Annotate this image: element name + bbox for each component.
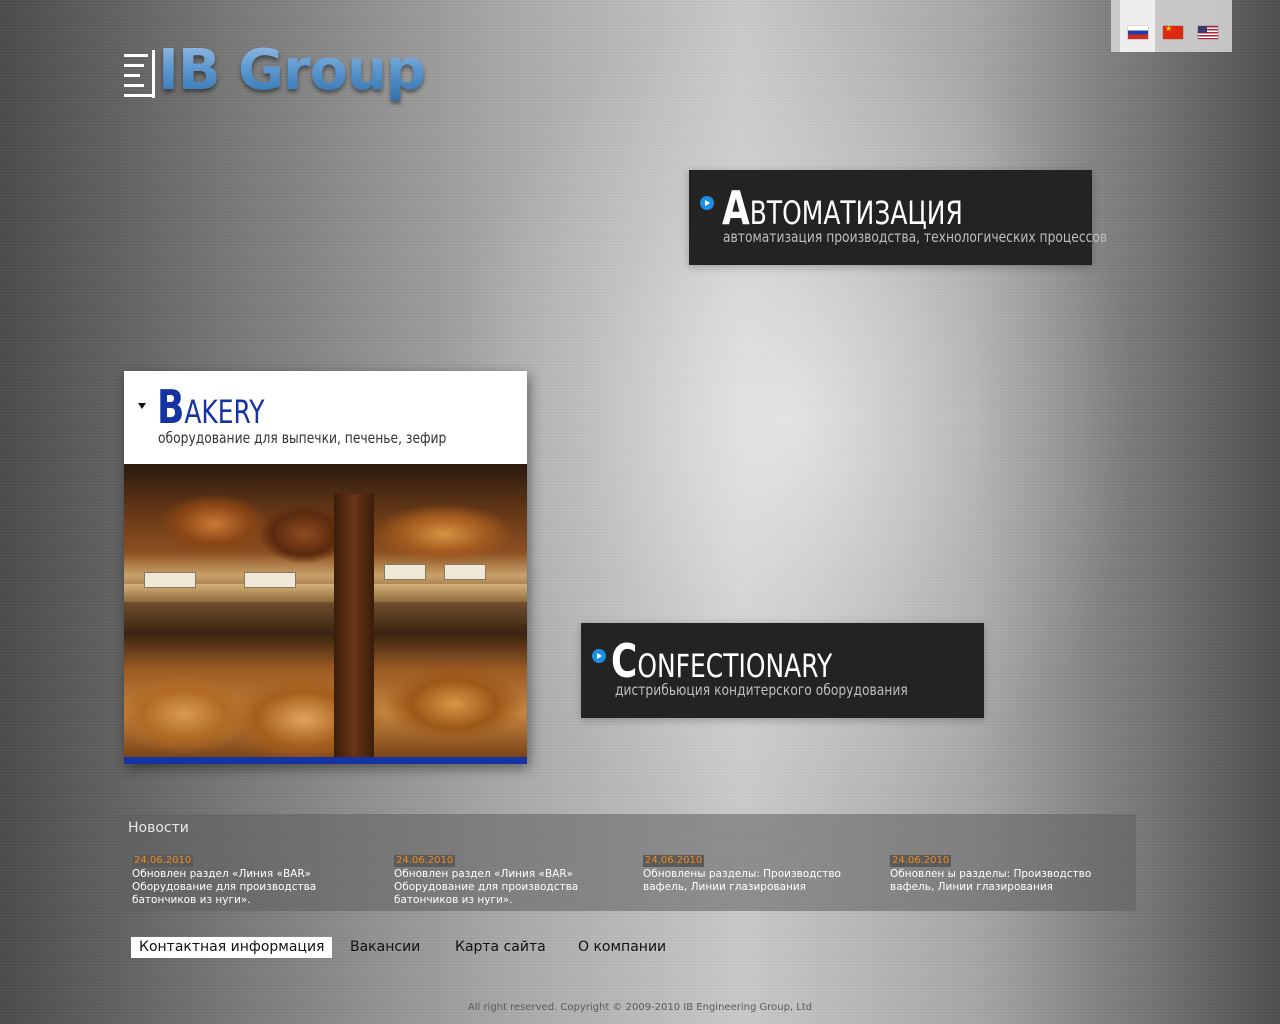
nav-about[interactable]: О компании (570, 937, 674, 958)
news-item[interactable]: 24.06.2010 Обновлен ы разделы: Производс… (890, 848, 1130, 894)
arrow-right-icon (700, 196, 714, 210)
lang-english[interactable] (1190, 0, 1225, 52)
category-subtitle: дистрибьюция кондитерского оборудования (615, 681, 908, 699)
price-tag (444, 564, 486, 580)
photo-post (334, 494, 374, 757)
nav-sitemap[interactable]: Карта сайта (447, 937, 554, 958)
category-automation[interactable]: АВТОМАТИЗАЦИЯ автоматизация производства… (689, 170, 1107, 265)
news-panel: Новости 24.06.2010 Обновлен раздел «Лини… (117, 814, 1136, 911)
bakery-accent-strip (124, 757, 527, 764)
price-tag (244, 572, 296, 588)
news-date: 24.06.2010 (394, 855, 456, 867)
news-text[interactable]: Обновлены разделы: Производство вафель, … (643, 868, 883, 894)
category-title: BAKERY (157, 380, 265, 434)
flag-ru-icon (1128, 26, 1148, 39)
news-item[interactable]: 24.06.2010 Обновлен раздел «Линия «BAR» … (394, 848, 634, 907)
site-logo[interactable]: IB Group (122, 38, 432, 114)
lang-russian[interactable] (1120, 0, 1155, 52)
copyright-text: All right reserved. Copyright © 2009-201… (467, 1002, 813, 1013)
news-text[interactable]: Обновлен ы разделы: Производство вафель,… (890, 868, 1130, 894)
bakery-display-photo[interactable] (124, 464, 527, 757)
category-subtitle: оборудование для выпечки, печенье, зефир (158, 429, 447, 447)
nav-contacts[interactable]: Контактная информация (131, 937, 333, 958)
category-title: CONFECTIONARY (611, 634, 833, 688)
logo-bars-icon (124, 50, 155, 98)
news-item[interactable]: 24.06.2010 Обновлены разделы: Производст… (643, 848, 883, 894)
lang-chinese[interactable] (1155, 0, 1190, 52)
triangle-down-icon (138, 403, 146, 409)
nav-vacancies[interactable]: Вакансии (342, 937, 428, 958)
logo-text: IB Group (158, 38, 426, 103)
language-switcher (1111, 0, 1232, 52)
price-tag (144, 572, 196, 588)
news-date: 24.06.2010 (643, 855, 705, 867)
category-title: АВТОМАТИЗАЦИЯ (722, 181, 963, 235)
category-confectionary[interactable]: CONFECTIONARY дистрибьюция кондитерского… (581, 623, 984, 718)
news-text[interactable]: Обновлен раздел «Линия «BAR» Оборудовани… (394, 868, 634, 907)
news-date: 24.06.2010 (132, 855, 194, 867)
flag-us-icon (1198, 26, 1218, 39)
category-bakery[interactable]: BAKERY оборудование для выпечки, печенье… (124, 371, 527, 764)
category-subtitle: автоматизация производства, технологичес… (723, 228, 1108, 246)
news-text[interactable]: Обновлен раздел «Линия «BAR» Оборудовани… (132, 868, 372, 907)
news-title: Новости (128, 820, 189, 836)
flag-cn-icon (1163, 24, 1183, 39)
price-tag (384, 564, 426, 580)
news-item[interactable]: 24.06.2010 Обновлен раздел «Линия «BAR» … (132, 848, 372, 907)
arrow-right-icon (592, 649, 606, 663)
news-date: 24.06.2010 (890, 855, 952, 867)
